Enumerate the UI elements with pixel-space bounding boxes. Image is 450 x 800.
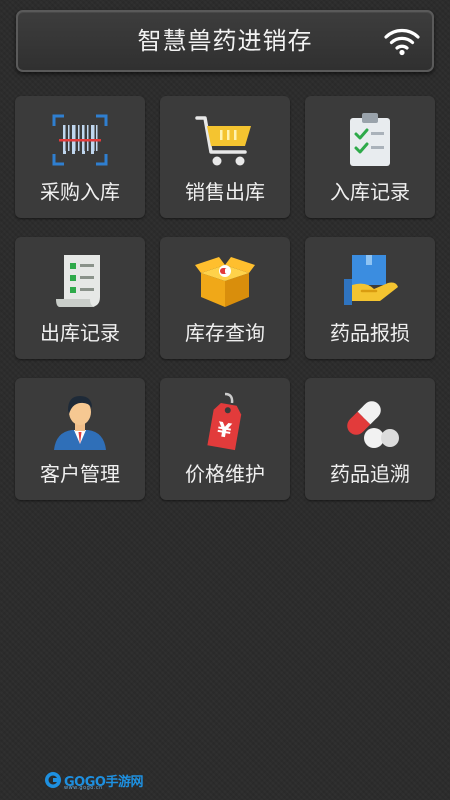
menu-item-purchase-stock-in[interactable]: 采购入库 [15, 96, 145, 218]
menu-item-label: 采购入库 [40, 180, 120, 204]
shopping-cart-icon [195, 116, 251, 166]
menu-item-stock-in-records[interactable]: 入库记录 [305, 96, 435, 218]
receipt-document-icon [56, 255, 100, 307]
watermark-url: www.gogo.cn [64, 785, 103, 791]
menu-item-customer-management[interactable]: 客户管理 [15, 378, 145, 500]
menu-item-drug-damage-report[interactable]: 药品报损 [305, 237, 435, 359]
wifi-icon [384, 29, 420, 56]
gogo-logo-icon [45, 772, 61, 788]
menu-item-label: 入库记录 [330, 180, 410, 204]
barcode-scan-icon [52, 114, 108, 166]
menu-item-drug-traceability[interactable]: 药品追溯 [305, 378, 435, 500]
damaged-package-icon [344, 255, 398, 305]
menu-item-label: 药品报损 [330, 321, 410, 345]
menu-item-label: 药品追溯 [330, 462, 410, 486]
app-header: 智慧兽药进销存 [16, 10, 434, 72]
menu-item-price-maintenance[interactable]: ¥ 价格维护 [160, 378, 290, 500]
menu-item-label: 价格维护 [185, 462, 265, 486]
price-tag-icon: ¥ [207, 392, 242, 451]
menu-item-label: 出库记录 [40, 321, 120, 345]
clipboard-checklist-icon [350, 113, 390, 166]
menu-item-label: 销售出库 [185, 180, 265, 204]
pills-capsule-icon [347, 401, 399, 448]
menu-item-inventory-query[interactable]: 库存查询 [160, 237, 290, 359]
menu-item-label: 客户管理 [40, 462, 120, 486]
app-title: 智慧兽药进销存 [137, 27, 313, 55]
menu-item-sales-stock-out[interactable]: 销售出库 [160, 96, 290, 218]
menu-item-stock-out-records[interactable]: 出库记录 [15, 237, 145, 359]
customer-person-icon [54, 396, 106, 450]
open-box-icon [195, 257, 255, 307]
menu-item-label: 库存查询 [185, 321, 265, 345]
